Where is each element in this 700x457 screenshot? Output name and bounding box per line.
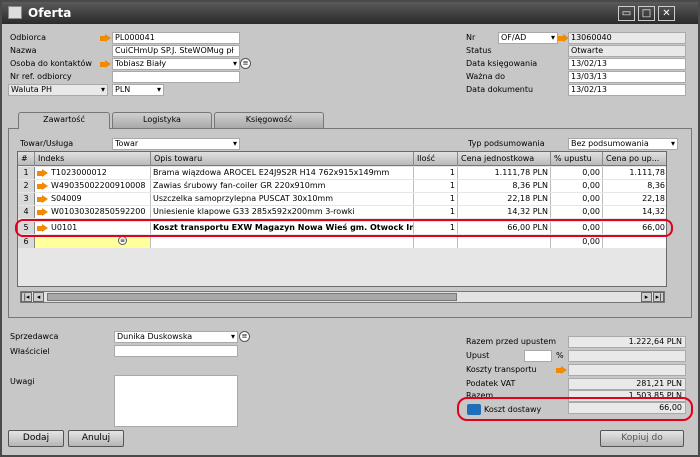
table-row[interactable]: 2 W49035002200910008 Zawias śrubowy fan-… <box>18 180 666 192</box>
dodaj-button[interactable]: Dodaj <box>8 430 64 447</box>
title-bar[interactable]: Oferta ▭ □ ✕ <box>2 2 698 24</box>
percent-label: % <box>556 351 564 360</box>
typ-podsumowania-label: Typ podsumowania <box>468 139 545 148</box>
odbiorca-field[interactable]: PL000041 <box>112 32 240 44</box>
odbiorca-label: Odbiorca <box>10 33 46 42</box>
col-cena[interactable]: Cena jednostkowa <box>458 152 551 166</box>
sprzedawca-label: Sprzedawca <box>10 332 59 341</box>
lookup-icon[interactable]: ≡ <box>118 236 127 245</box>
uwagi-label: Uwagi <box>10 377 35 386</box>
wlasciciel-label: Właściciel <box>10 347 50 356</box>
link-arrow-icon[interactable] <box>37 182 48 191</box>
osoba-label: Osoba do kontaktów <box>10 59 92 68</box>
table-row-new[interactable]: 6 0,00 <box>18 236 666 248</box>
nazwa-label: Nazwa <box>10 46 37 55</box>
link-arrow-icon[interactable] <box>37 169 48 178</box>
koszty-transportu-label: Koszty transportu <box>466 365 537 374</box>
horizontal-scrollbar[interactable]: |◂ ◂ ▸ ▸| <box>20 291 665 303</box>
col-cena-po[interactable]: Cena po up... <box>603 152 666 166</box>
wazna-do-field[interactable]: 13/03/13 <box>568 71 686 83</box>
nazwa-field[interactable]: CuiCHmUp SP.J. SteWOMug pł <box>112 45 240 57</box>
offer-window: Oferta ▭ □ ✕ Odbiorca PL000041 Nazwa Cui… <box>0 0 700 457</box>
towar-dropdown[interactable]: Towar <box>112 138 240 150</box>
tab-logistyka[interactable]: Logistyka <box>112 112 212 128</box>
link-arrow-icon[interactable] <box>100 34 111 43</box>
waluta-dropdown[interactable]: Waluta PH <box>8 84 108 96</box>
tab-zawartosc[interactable]: Zawartość <box>18 112 110 129</box>
razem-przed-field[interactable]: 1.222,64 PLN <box>568 336 686 348</box>
link-arrow-icon[interactable] <box>556 366 567 375</box>
col-num[interactable]: # <box>18 152 35 166</box>
nr-field[interactable]: 13060040 <box>568 32 686 44</box>
upust-label: Upust <box>466 351 490 360</box>
osoba-dropdown[interactable]: Tobiasz Biały <box>112 58 240 70</box>
link-arrow-icon[interactable] <box>37 195 48 204</box>
highlight-row-outline <box>15 219 673 237</box>
towar-label: Towar/Usługa <box>20 139 74 148</box>
maximize-button[interactable]: □ <box>638 6 655 21</box>
table-row[interactable]: 1 T1023000012 Brama wiązdowa AROCEL E24J… <box>18 167 666 179</box>
koszty-transportu-field[interactable] <box>568 364 686 376</box>
data-dokumentu-field[interactable]: 13/02/13 <box>568 84 686 96</box>
razem-przed-label: Razem przed upustem <box>466 337 557 346</box>
window-title: Oferta <box>28 6 72 20</box>
status-field[interactable]: Otwarte <box>568 45 686 57</box>
data-dokumentu-label: Data dokumentu <box>466 85 534 94</box>
link-arrow-icon[interactable] <box>100 60 111 69</box>
scroll-start-icon[interactable]: |◂ <box>21 292 32 302</box>
wlasciciel-field[interactable] <box>114 345 238 357</box>
upust-pct-field[interactable] <box>524 350 552 362</box>
lookup-icon[interactable]: ≡ <box>240 58 251 69</box>
typ-podsumowania-dropdown[interactable]: Bez podsumowania <box>568 138 678 150</box>
status-label: Status <box>466 46 492 55</box>
nr-ref-field[interactable] <box>112 71 240 83</box>
scroll-thumb[interactable] <box>47 293 457 301</box>
table-header: # Indeks Opis towaru Ilość Cena jednostk… <box>18 152 666 166</box>
currency-dropdown[interactable]: PLN <box>112 84 164 96</box>
wazna-do-label: Ważna do <box>466 72 505 81</box>
highlight-delivery-outline <box>457 397 693 421</box>
sprzedawca-dropdown[interactable]: Dunika Duskowska <box>114 331 238 343</box>
scroll-end-icon[interactable]: ▸| <box>653 292 664 302</box>
scroll-right-icon[interactable]: ▸ <box>641 292 652 302</box>
close-button[interactable]: ✕ <box>658 6 675 21</box>
table-row[interactable]: 4 W01030302850592200 Uniesienie klapowe … <box>18 206 666 218</box>
lookup-icon[interactable]: ≡ <box>239 331 250 342</box>
col-upust[interactable]: % upustu <box>551 152 603 166</box>
vat-label: Podatek VAT <box>466 379 516 388</box>
data-ksiegowania-field[interactable]: 13/02/13 <box>568 58 686 70</box>
uwagi-textarea[interactable] <box>114 375 238 427</box>
minimize-button[interactable]: ▭ <box>618 6 635 21</box>
app-icon <box>8 6 22 19</box>
tab-ksiegowosc[interactable]: Księgowość <box>214 112 324 128</box>
col-opis[interactable]: Opis towaru <box>151 152 414 166</box>
col-ilosc[interactable]: Ilość <box>414 152 458 166</box>
data-ksiegowania-label: Data księgowania <box>466 59 538 68</box>
upust-amount-field[interactable] <box>568 350 686 362</box>
scroll-left-icon[interactable]: ◂ <box>33 292 44 302</box>
kopiuj-do-button[interactable]: Kopiuj do <box>600 430 684 447</box>
nr-label: Nr <box>466 33 476 42</box>
link-arrow-icon[interactable] <box>37 208 48 217</box>
anuluj-button[interactable]: Anuluj <box>68 430 124 447</box>
nr-ref-label: Nr ref. odbiorcy <box>10 72 72 81</box>
vat-field[interactable]: 281,21 PLN <box>568 378 686 390</box>
col-indeks[interactable]: Indeks <box>35 152 151 166</box>
series-dropdown[interactable]: OF/AD <box>498 32 558 44</box>
table-row[interactable]: 3 S04009 Uszczelka samoprzylepna PUSCAT … <box>18 193 666 205</box>
